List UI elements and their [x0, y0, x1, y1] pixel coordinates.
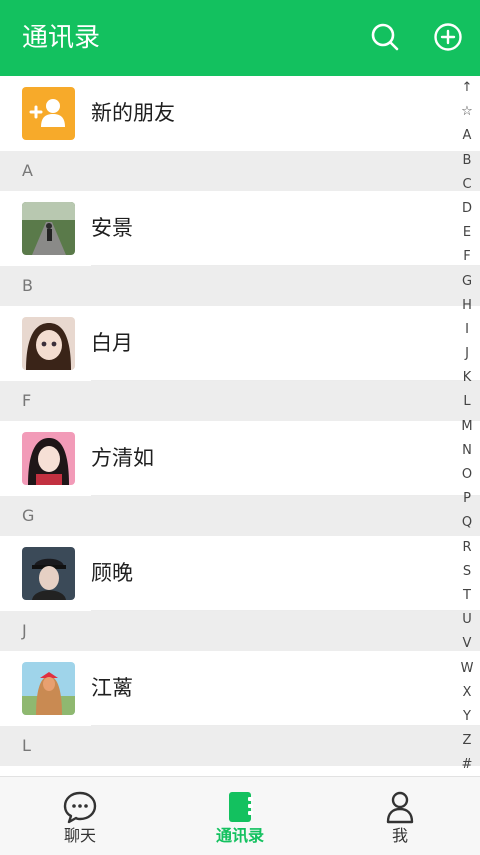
page-title: 通讯录	[22, 23, 101, 53]
contact-row[interactable]: 江蓠	[0, 651, 480, 726]
search-icon[interactable]	[368, 20, 402, 54]
add-friend-icon	[22, 87, 75, 140]
contact-row[interactable]: 方清如	[0, 421, 480, 496]
section-header-a: A	[0, 151, 480, 191]
chat-bubble-icon	[62, 789, 98, 825]
index-letter[interactable]: Z	[454, 729, 480, 753]
contact-name: 江蓠	[91, 676, 133, 700]
index-letter[interactable]: I	[454, 318, 480, 342]
section-letter: F	[22, 391, 32, 410]
new-friends-row[interactable]: 新的朋友	[0, 76, 480, 151]
index-letter[interactable]: T	[454, 584, 480, 608]
section-header-l: L	[0, 726, 480, 766]
section-letter: B	[22, 276, 33, 295]
contact-name: 安景	[91, 216, 133, 240]
section-header-b: B	[0, 266, 480, 306]
avatar	[22, 432, 75, 485]
avatar	[22, 547, 75, 600]
avatar	[22, 317, 75, 370]
tab-me[interactable]: 我	[320, 777, 480, 855]
tab-contacts[interactable]: 通讯录	[160, 777, 320, 855]
index-letter[interactable]: U	[454, 608, 480, 632]
contact-row[interactable]: 安景	[0, 191, 480, 266]
tab-label: 我	[391, 826, 408, 845]
avatar	[22, 662, 75, 715]
index-letter[interactable]: M	[454, 415, 480, 439]
index-letter[interactable]: ↑	[454, 76, 480, 100]
index-letter[interactable]: O	[454, 463, 480, 487]
index-letter[interactable]: ☆	[454, 100, 480, 124]
index-letter[interactable]: K	[454, 366, 480, 390]
header-bar: 通讯录	[0, 0, 480, 76]
index-letter[interactable]: E	[454, 221, 480, 245]
index-letter[interactable]: D	[454, 197, 480, 221]
section-letter: A	[22, 161, 33, 180]
tab-chats[interactable]: 聊天	[0, 777, 160, 855]
index-letter[interactable]: G	[454, 270, 480, 294]
index-letter[interactable]: P	[454, 487, 480, 511]
index-letter[interactable]: B	[454, 149, 480, 173]
contact-row[interactable]: 白月	[0, 306, 480, 381]
contact-name: 顾晚	[91, 561, 133, 585]
person-icon	[382, 789, 418, 825]
bottom-tab-bar: 聊天 通讯录 我	[0, 776, 480, 855]
index-letter[interactable]: J	[454, 342, 480, 366]
new-friends-label: 新的朋友	[91, 101, 175, 125]
index-letter[interactable]: #	[454, 753, 480, 777]
index-letter[interactable]: V	[454, 632, 480, 656]
section-letter: J	[22, 621, 27, 640]
alphabet-index[interactable]: ↑ ☆ A B C D E F G H I J K L M N O P Q R …	[454, 76, 480, 776]
section-header-j: J	[0, 611, 480, 651]
index-letter[interactable]: S	[454, 560, 480, 584]
contact-row[interactable]: 顾晚	[0, 536, 480, 611]
index-letter[interactable]: F	[454, 245, 480, 269]
index-letter[interactable]: X	[454, 681, 480, 705]
section-header-g: G	[0, 496, 480, 536]
tab-label: 聊天	[63, 826, 96, 845]
contact-list[interactable]: 新的朋友 A 安景 B 白月 F 方清如 G 顾晚 J 江蓠 L	[0, 76, 480, 776]
contact-name: 方清如	[91, 446, 154, 470]
index-letter[interactable]: N	[454, 439, 480, 463]
avatar	[22, 202, 75, 255]
contacts-book-icon	[222, 789, 258, 825]
add-circle-icon[interactable]	[431, 20, 465, 54]
contact-name: 白月	[91, 331, 133, 355]
section-header-f: F	[0, 381, 480, 421]
contact-row[interactable]	[0, 766, 480, 776]
index-letter[interactable]: Y	[454, 705, 480, 729]
tab-label: 通讯录	[215, 826, 264, 845]
index-letter[interactable]: C	[454, 173, 480, 197]
index-letter[interactable]: A	[454, 124, 480, 148]
index-letter[interactable]: L	[454, 390, 480, 414]
section-letter: G	[22, 506, 35, 525]
index-letter[interactable]: H	[454, 294, 480, 318]
section-letter: L	[22, 736, 31, 755]
index-letter[interactable]: Q	[454, 511, 480, 535]
index-letter[interactable]: W	[454, 657, 480, 681]
index-letter[interactable]: R	[454, 536, 480, 560]
